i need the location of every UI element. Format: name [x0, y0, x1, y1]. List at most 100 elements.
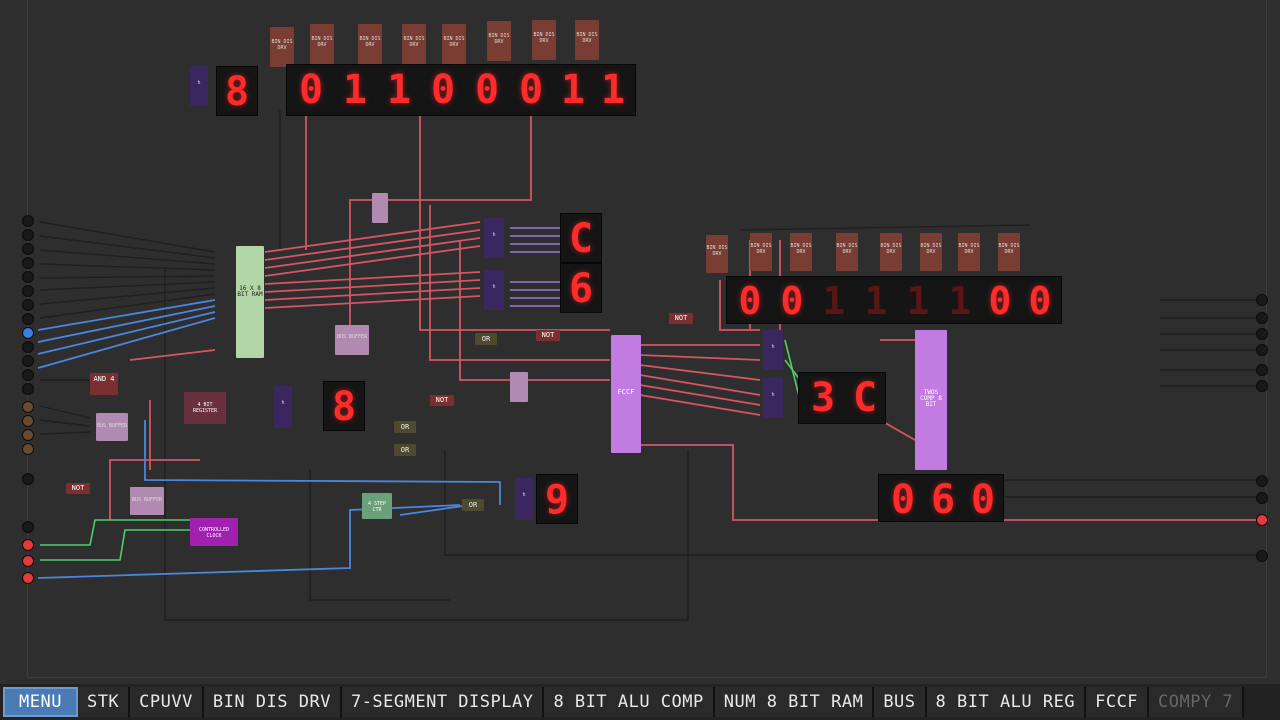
bus-buffer-chip[interactable]: BUS BUFFER: [335, 325, 369, 355]
input-pin[interactable]: [22, 313, 34, 325]
input-pin[interactable]: [22, 369, 34, 381]
bin-dis-drv-chip[interactable]: BIN DIS DRV: [998, 233, 1020, 271]
input-pin-active[interactable]: [22, 327, 34, 339]
tab-8-bit-alu-reg[interactable]: 8 BIT ALU REG: [926, 687, 1087, 717]
input-pin[interactable]: [22, 429, 34, 441]
bin-dis-drv-chip[interactable]: BIN DIS DRV: [270, 27, 294, 67]
chip-label: BIN DIS DRV: [311, 36, 333, 48]
input-pin[interactable]: [22, 443, 34, 455]
output-pin-on[interactable]: [1256, 514, 1268, 526]
input-pin[interactable]: [22, 257, 34, 269]
bin-dis-drv-chip[interactable]: BIN DIS DRV: [920, 233, 942, 271]
tab-7-segment-display[interactable]: 7-SEGMENT DISPLAY: [341, 687, 545, 717]
decoder-chip[interactable]: [510, 372, 528, 402]
chip-label: 16 X 8 BIT RAM: [237, 285, 263, 298]
menu-button[interactable]: MENU: [3, 687, 78, 717]
tab-fccf[interactable]: FCCF: [1086, 687, 1150, 717]
hex-decoder-chip[interactable]: h: [274, 386, 292, 428]
hex-decoder-chip[interactable]: h: [763, 378, 783, 418]
tab-num-8-bit-ram[interactable]: NUM 8 BIT RAM: [714, 687, 875, 717]
or-gate[interactable]: OR: [394, 421, 416, 433]
input-pin[interactable]: [22, 383, 34, 395]
seven-seg-display: 9: [536, 474, 578, 524]
not-gate[interactable]: NOT: [669, 313, 693, 324]
bin-dis-drv-chip[interactable]: BIN DIS DRV: [575, 20, 599, 60]
twos-comp-chip[interactable]: TWOS COMP 8 BIT: [915, 330, 947, 470]
seg-digit: 0: [780, 279, 804, 323]
seg-digit: 3: [810, 375, 836, 421]
controlled-clock-chip[interactable]: CONTROLLED CLOCK: [190, 518, 238, 546]
output-pin[interactable]: [1256, 294, 1268, 306]
circuit-canvas[interactable]: BIN DIS DRV BIN DIS DRV BIN DIS DRV BIN …: [0, 0, 1280, 684]
bin-dis-drv-chip[interactable]: BIN DIS DRV: [880, 233, 902, 271]
chip-label: h: [771, 344, 775, 350]
bit-register-chip[interactable]: 4 BIT REGISTER: [184, 392, 226, 424]
or-gate[interactable]: OR: [394, 444, 416, 456]
input-pin[interactable]: [22, 229, 34, 241]
bin-dis-drv-chip[interactable]: BIN DIS DRV: [310, 24, 334, 64]
not-gate[interactable]: NOT: [430, 395, 454, 406]
or-gate[interactable]: OR: [462, 499, 484, 511]
chip-label: BIN DIS DRV: [443, 36, 465, 48]
input-pin[interactable]: [22, 243, 34, 255]
bin-dis-drv-chip[interactable]: BIN DIS DRV: [487, 21, 511, 61]
chip-label: BIN DIS DRV: [790, 243, 812, 255]
tab-cpuvv[interactable]: CPUVV: [130, 687, 204, 717]
mux-chip[interactable]: [372, 193, 388, 223]
bin-dis-drv-chip[interactable]: BIN DIS DRV: [750, 233, 772, 271]
hex-decoder-chip[interactable]: h: [484, 218, 504, 258]
chip-label: BIN DIS DRV: [576, 32, 598, 44]
input-pin[interactable]: [22, 415, 34, 427]
output-pin[interactable]: [1256, 364, 1268, 376]
chip-label: BIN DIS DRV: [359, 36, 381, 48]
bin-dis-drv-chip[interactable]: BIN DIS DRV: [358, 24, 382, 64]
hex-decoder-chip[interactable]: h: [484, 270, 504, 310]
bin-dis-drv-chip[interactable]: BIN DIS DRV: [836, 233, 858, 271]
input-pin-on[interactable]: [22, 555, 34, 567]
not-gate[interactable]: NOT: [536, 330, 560, 341]
and4-gate[interactable]: AND 4: [90, 373, 118, 395]
bin-dis-drv-chip[interactable]: BIN DIS DRV: [402, 24, 426, 64]
hex-decoder-chip[interactable]: h: [763, 330, 783, 370]
bin-dis-drv-chip[interactable]: BIN DIS DRV: [706, 235, 728, 273]
tab-bin-dis-drv[interactable]: BIN DIS DRV: [203, 687, 342, 717]
or-gate[interactable]: OR: [475, 333, 497, 345]
input-pin-on[interactable]: [22, 539, 34, 551]
output-pin[interactable]: [1256, 344, 1268, 356]
input-pin[interactable]: [22, 285, 34, 297]
hex-decoder-chip[interactable]: h: [190, 66, 208, 106]
output-pin[interactable]: [1256, 550, 1268, 562]
tab-stk[interactable]: STK: [77, 687, 131, 717]
input-pin[interactable]: [22, 299, 34, 311]
bin-dis-drv-chip[interactable]: BIN DIS DRV: [958, 233, 980, 271]
tab-8-bit-alu-comp[interactable]: 8 BIT ALU COMP: [544, 687, 715, 717]
output-pin[interactable]: [1256, 328, 1268, 340]
bin-dis-drv-chip[interactable]: BIN DIS DRV: [790, 233, 812, 271]
binary-display-right: 0 0 1 1 1 1 0 0: [726, 276, 1062, 324]
chip-label: BIN DIS DRV: [533, 32, 555, 44]
fccf-chip[interactable]: FCCF: [611, 335, 641, 453]
input-pin[interactable]: [22, 271, 34, 283]
bin-dis-drv-chip[interactable]: BIN DIS DRV: [532, 20, 556, 60]
bus-buffer-chip[interactable]: BUS BUFFER: [130, 487, 164, 515]
output-pin[interactable]: [1256, 475, 1268, 487]
output-pin[interactable]: [1256, 492, 1268, 504]
input-pin[interactable]: [22, 355, 34, 367]
bus-buffer-chip[interactable]: BUS BUFFER: [96, 413, 128, 441]
ram-chip[interactable]: 16 X 8 BIT RAM: [236, 246, 264, 358]
hex-decoder-chip[interactable]: h: [515, 478, 533, 520]
seg-digit: 1: [948, 279, 972, 323]
input-pin[interactable]: [22, 473, 34, 485]
output-pin[interactable]: [1256, 380, 1268, 392]
output-pin[interactable]: [1256, 312, 1268, 324]
input-pin[interactable]: [22, 521, 34, 533]
tab-compy-7[interactable]: COMPY 7: [1149, 687, 1245, 717]
tab-bus[interactable]: BUS: [874, 687, 927, 717]
input-pin[interactable]: [22, 341, 34, 353]
step-counter-chip[interactable]: 4 STEP CTR: [362, 493, 392, 519]
input-pin[interactable]: [22, 401, 34, 413]
input-pin-on[interactable]: [22, 572, 34, 584]
input-pin[interactable]: [22, 215, 34, 227]
not-gate[interactable]: NOT: [66, 483, 90, 494]
bin-dis-drv-chip[interactable]: BIN DIS DRV: [442, 24, 466, 64]
